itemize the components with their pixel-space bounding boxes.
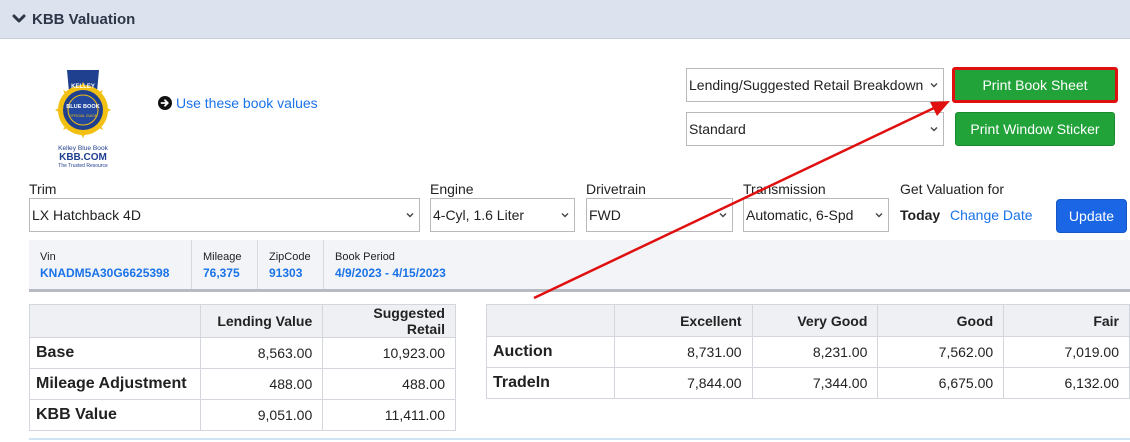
print-book-sheet-label: Print Book Sheet: [982, 77, 1088, 93]
very-good-cell: 8,231.00: [751, 336, 879, 368]
suggested-retail-cell: 488.00: [322, 368, 456, 400]
report-type-value: Lending/Suggested Retail Breakdown: [689, 77, 924, 93]
lending-value-cell: 9,051.00: [199, 399, 324, 431]
valuation-date-today: Today: [900, 207, 941, 223]
update-label: Update: [1068, 208, 1115, 224]
lending-value-cell: 488.00: [199, 368, 324, 400]
print-window-sticker-button[interactable]: Print Window Sticker: [955, 112, 1115, 146]
mileage-cell: Mileage 76,375: [192, 240, 258, 289]
sticker-type-select[interactable]: Standard: [686, 112, 944, 146]
use-book-values-label: Use these book values: [176, 95, 318, 111]
lending-value-cell: 8,563.00: [199, 337, 324, 369]
table-row: Auction 8,731.00 8,231.00 7,562.00 7,019…: [486, 336, 1130, 368]
svg-text:BLUE BOOK: BLUE BOOK: [66, 104, 100, 110]
chevron-down-icon: [719, 213, 727, 218]
chevron-down-icon: [930, 83, 938, 88]
svg-text:Kelley Blue Book: Kelley Blue Book: [58, 145, 109, 152]
sticker-type-value: Standard: [689, 121, 746, 137]
good-cell: 7,562.00: [877, 336, 1005, 368]
vin-cell: Vin KNADM5A30G6625398: [29, 240, 192, 289]
print-window-sticker-label: Print Window Sticker: [970, 121, 1100, 137]
svg-text:KELLEY: KELLEY: [71, 84, 95, 90]
excellent-cell: 7,844.00: [613, 367, 753, 399]
panel-title: KBB Valuation: [32, 10, 136, 28]
mileage-label: Mileage: [203, 251, 242, 263]
update-button[interactable]: Update: [1056, 199, 1127, 233]
table-row: TradeIn 7,844.00 7,344.00 6,675.00 6,132…: [486, 367, 1130, 399]
book-period-cell: Book Period 4/9/2023 - 4/15/2023: [324, 240, 484, 289]
engine-value: 4-Cyl, 1.6 Liter: [433, 207, 525, 223]
table-header-cell: [29, 304, 201, 338]
row-label: KBB Value: [29, 399, 201, 431]
trim-value: LX Hatchback 4D: [32, 207, 141, 223]
table-header-row: Excellent Very Good Good Fair: [486, 304, 1130, 337]
row-label: Base: [29, 337, 201, 369]
drivetrain-value: FWD: [589, 207, 621, 223]
vin-label: Vin: [40, 251, 56, 263]
table-header-cell: Excellent: [613, 304, 753, 337]
section-divider: [29, 438, 1130, 440]
use-book-values-link[interactable]: Use these book values: [158, 95, 318, 111]
print-book-sheet-button[interactable]: Print Book Sheet: [952, 67, 1118, 103]
svg-text:KBB.COM: KBB.COM: [59, 152, 107, 163]
book-period-value[interactable]: 4/9/2023 - 4/15/2023: [335, 266, 484, 280]
table-header-cell: Suggested Retail: [322, 304, 456, 338]
engine-select[interactable]: 4-Cyl, 1.6 Liter: [430, 198, 575, 232]
table-header-cell: Lending Value: [199, 304, 324, 338]
fair-cell: 6,132.00: [1003, 367, 1130, 399]
drivetrain-label: Drivetrain: [586, 181, 646, 197]
kbb-valuation-header[interactable]: KBB Valuation: [0, 0, 1130, 39]
zipcode-label: ZipCode: [269, 251, 311, 263]
engine-label: Engine: [430, 181, 474, 197]
suggested-retail-cell: 11,411.00: [322, 399, 456, 431]
arrow-circle-right-icon: [158, 96, 172, 110]
svg-text:OFFICIAL GUIDE: OFFICIAL GUIDE: [69, 114, 98, 118]
kbb-logo: KELLEY BLUE BOOK OFFICIAL GUIDE Kelley B…: [52, 66, 114, 170]
suggested-retail-cell: 10,923.00: [322, 337, 456, 369]
report-type-select[interactable]: Lending/Suggested Retail Breakdown: [686, 68, 944, 102]
row-label: Auction: [486, 336, 615, 368]
table-header-row: Lending Value Suggested Retail: [29, 304, 456, 338]
trim-label: Trim: [29, 181, 57, 197]
fair-cell: 7,019.00: [1003, 336, 1130, 368]
row-label: Mileage Adjustment: [29, 368, 201, 400]
very-good-cell: 7,344.00: [751, 367, 879, 399]
chevron-down-icon: [12, 14, 26, 23]
table-header-cell: Very Good: [751, 304, 879, 337]
table-header-cell: Fair: [1003, 304, 1130, 337]
vin-value[interactable]: KNADM5A30G6625398: [40, 266, 191, 280]
transmission-select[interactable]: Automatic, 6-Spd: [743, 198, 889, 232]
transmission-value: Automatic, 6-Spd: [746, 207, 854, 223]
zipcode-cell: ZipCode 91303: [258, 240, 324, 289]
good-cell: 6,675.00: [877, 367, 1005, 399]
condition-values-table: Excellent Very Good Good Fair Auction 8,…: [486, 304, 1130, 399]
lending-values-table: Lending Value Suggested Retail Base 8,56…: [29, 304, 456, 431]
drivetrain-select[interactable]: FWD: [586, 198, 733, 232]
table-header-cell: Good: [877, 304, 1005, 337]
trim-select[interactable]: LX Hatchback 4D: [29, 198, 420, 232]
table-header-cell: [486, 304, 615, 337]
chevron-down-icon: [561, 213, 569, 218]
get-valuation-label: Get Valuation for: [900, 181, 1005, 197]
book-period-label: Book Period: [335, 251, 395, 263]
chevron-down-icon: [930, 127, 938, 132]
table-row: Base 8,563.00 10,923.00: [29, 337, 456, 369]
svg-text:The Trusted Resource: The Trusted Resource: [58, 163, 108, 169]
table-row: Mileage Adjustment 488.00 488.00: [29, 368, 456, 400]
mileage-value[interactable]: 76,375: [203, 266, 257, 280]
table-row: KBB Value 9,051.00 11,411.00: [29, 399, 456, 431]
vehicle-info-strip: Vin KNADM5A30G6625398 Mileage 76,375 Zip…: [29, 240, 1130, 292]
excellent-cell: 8,731.00: [613, 336, 753, 368]
chevron-down-icon: [875, 213, 883, 218]
transmission-label: Transmission: [743, 181, 826, 197]
chevron-down-icon: [406, 213, 414, 218]
change-date-link[interactable]: Change Date: [950, 207, 1033, 223]
zipcode-value[interactable]: 91303: [269, 266, 323, 280]
row-label: TradeIn: [486, 367, 615, 399]
